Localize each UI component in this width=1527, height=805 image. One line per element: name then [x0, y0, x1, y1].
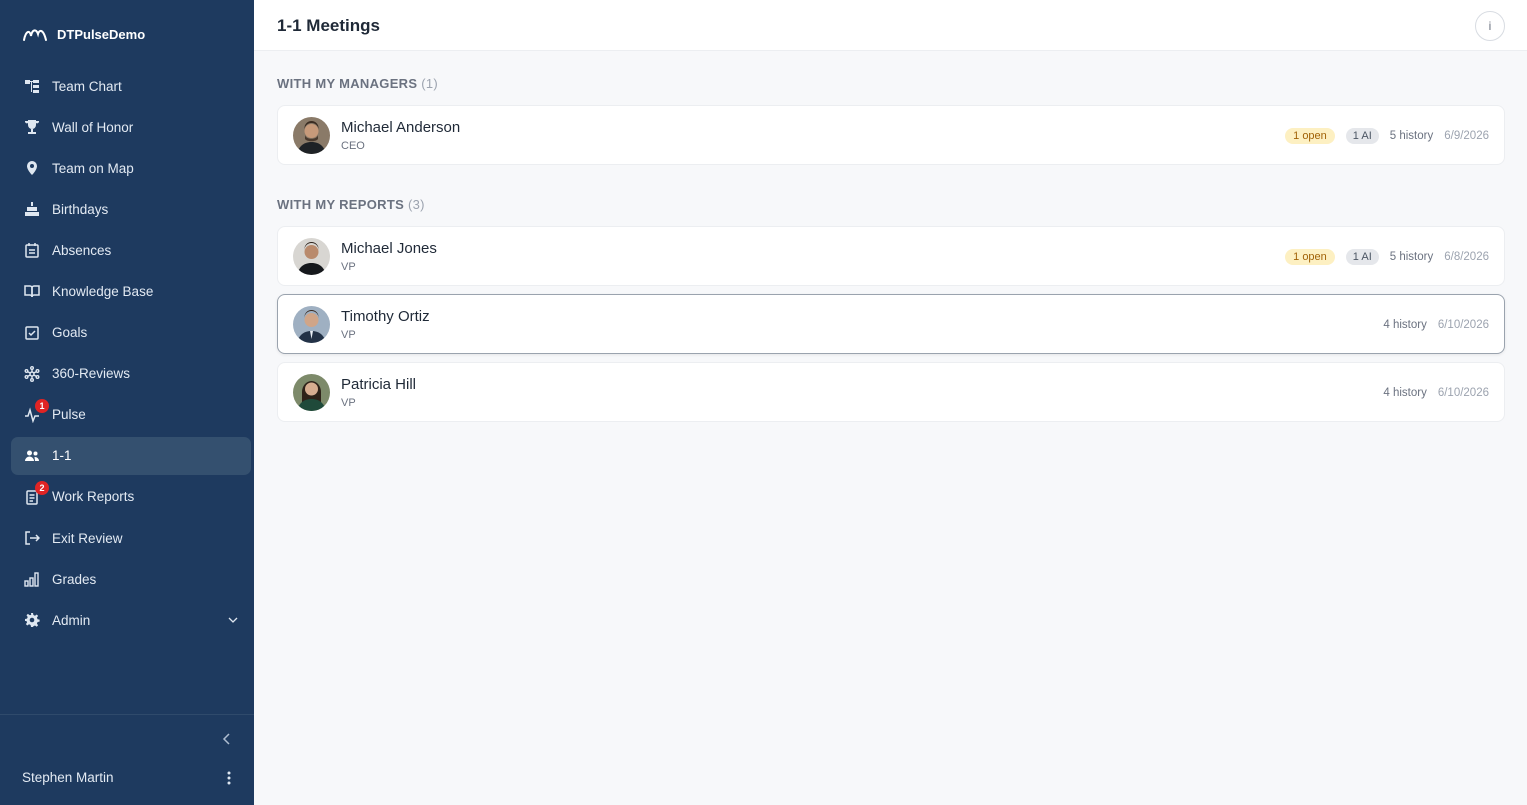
- book-icon: [23, 282, 41, 300]
- sidebar-item-label: 1-1: [52, 448, 72, 464]
- person-role: VP: [341, 397, 356, 409]
- sidebar-item-exit-review[interactable]: Exit Review: [11, 519, 251, 557]
- sidebar-item-team-on-map[interactable]: Team on Map: [11, 149, 251, 187]
- meeting-card-michael-jones[interactable]: Michael Jones VP 1 open 1 AI 5 history 6…: [277, 226, 1505, 286]
- person-name: Michael Anderson: [341, 119, 461, 136]
- sidebar-item-admin[interactable]: Admin: [11, 601, 251, 639]
- brand-logo-icon: [23, 29, 47, 41]
- avatar: [293, 117, 330, 154]
- sidebar-item-goals[interactable]: Goals: [11, 314, 251, 352]
- open-badge: 1 open: [1285, 249, 1335, 265]
- meeting-card-michael-anderson[interactable]: Michael Anderson CEO 1 open 1 AI 5 histo…: [277, 105, 1505, 165]
- sidebar-item-label: Absences: [52, 242, 112, 258]
- meeting-date: 6/8/2026: [1444, 251, 1489, 263]
- brand-name: DTPulseDemo: [57, 26, 146, 42]
- calendar-icon: [23, 241, 41, 259]
- page-title: 1-1 Meetings: [277, 16, 380, 35]
- sidebar-item-360-reviews[interactable]: 360-Reviews: [11, 355, 251, 393]
- more-vertical-icon[interactable]: [226, 770, 232, 786]
- pulse-icon: 1: [23, 398, 49, 424]
- sidebar-item-label: Team on Map: [52, 160, 134, 176]
- sidebar: DTPulseDemo Team Chart Wall of Honor Tea…: [0, 0, 254, 805]
- sidebar-item-label: Birthdays: [52, 201, 109, 217]
- sidebar-item-grades[interactable]: Grades: [11, 560, 251, 598]
- page-header: 1-1 Meetings i: [254, 0, 1527, 51]
- meeting-date: 6/10/2026: [1437, 319, 1489, 331]
- sidebar-item-birthdays[interactable]: Birthdays: [11, 190, 251, 228]
- meeting-date: 6/9/2026: [1444, 130, 1489, 142]
- avatar: [293, 306, 330, 343]
- gear-icon: [23, 611, 41, 629]
- cake-icon: [23, 200, 41, 218]
- history-count: 4 history: [1383, 387, 1427, 399]
- checkbox-icon: [23, 324, 41, 342]
- open-badge: 1 open: [1285, 128, 1335, 144]
- section-title-text: WITH MY REPORTS: [277, 197, 405, 212]
- network-icon: [23, 365, 41, 383]
- sidebar-item-label: Admin: [52, 612, 91, 628]
- notification-badge: 1: [35, 398, 49, 413]
- person-role: VP: [341, 329, 356, 341]
- sidebar-item-wall-of-honor[interactable]: Wall of Honor: [11, 108, 251, 146]
- sidebar-item-label: 360-Reviews: [52, 366, 131, 382]
- meeting-card-timothy-ortiz[interactable]: Timothy Ortiz VP 4 history 6/10/2026: [277, 294, 1505, 354]
- sidebar-item-label: Team Chart: [52, 78, 122, 94]
- section-count: (3): [407, 197, 425, 212]
- info-button[interactable]: i: [1475, 11, 1505, 41]
- trophy-icon: [23, 118, 41, 136]
- person-name: Patricia Hill: [341, 376, 417, 393]
- sidebar-item-label: Goals: [52, 325, 88, 341]
- section-title-managers: WITH MY MANAGERS (1): [277, 76, 438, 91]
- sidebar-item-label: Grades: [52, 571, 97, 587]
- section-title-reports: WITH MY REPORTS (3): [277, 197, 425, 212]
- sidebar-item-label: Pulse: [52, 407, 86, 423]
- meeting-meta: 4 history 6/10/2026: [1383, 383, 1489, 403]
- bar-chart-icon: [23, 570, 41, 588]
- sidebar-item-label: Exit Review: [52, 530, 123, 546]
- meeting-meta: 4 history 6/10/2026: [1383, 315, 1489, 335]
- exit-icon: [23, 529, 41, 547]
- sidebar-nav: Team Chart Wall of Honor Team on Map Bir…: [11, 67, 251, 642]
- sidebar-item-team-chart[interactable]: Team Chart: [11, 67, 251, 105]
- meeting-card-patricia-hill[interactable]: Patricia Hill VP 4 history 6/10/2026: [277, 362, 1505, 422]
- person-role: CEO: [341, 140, 365, 152]
- avatar: [293, 238, 330, 275]
- person-name: Timothy Ortiz: [341, 308, 430, 325]
- collapse-sidebar-icon[interactable]: [220, 732, 234, 746]
- person-name: Michael Jones: [341, 240, 437, 257]
- brand[interactable]: DTPulseDemo: [22, 22, 145, 46]
- sidebar-footer: Stephen Martin: [0, 714, 254, 805]
- meeting-meta: 1 open 1 AI 5 history 6/8/2026: [1285, 247, 1489, 267]
- report-icon: 2: [23, 480, 49, 506]
- sidebar-item-1-1[interactable]: 1-1: [11, 436, 251, 475]
- main-content: 1-1 Meetings i WITH MY MANAGERS (1) Mich…: [254, 0, 1527, 805]
- team-chart-icon: [23, 77, 41, 95]
- section-count: (1): [421, 76, 439, 91]
- sidebar-item-work-reports[interactable]: 2 Work Reports: [11, 478, 251, 516]
- sidebar-item-label: Knowledge Base: [52, 283, 154, 299]
- meeting-date: 6/10/2026: [1437, 387, 1489, 399]
- notification-badge: 2: [35, 480, 49, 495]
- sidebar-item-label: Wall of Honor: [52, 119, 134, 135]
- person-role: VP: [341, 261, 356, 273]
- history-count: 5 history: [1389, 130, 1434, 142]
- meeting-meta: 1 open 1 AI 5 history 6/9/2026: [1285, 126, 1489, 146]
- users-icon: [23, 447, 41, 465]
- sidebar-item-label: Work Reports: [52, 489, 135, 505]
- section-title-text: WITH MY MANAGERS: [277, 76, 418, 91]
- sidebar-item-knowledge-base[interactable]: Knowledge Base: [11, 272, 251, 310]
- user-name[interactable]: Stephen Martin: [22, 770, 114, 785]
- history-count: 5 history: [1389, 251, 1434, 263]
- history-count: 4 history: [1383, 319, 1427, 331]
- avatar: [293, 374, 330, 411]
- sidebar-item-pulse[interactable]: 1 Pulse: [11, 396, 251, 434]
- ai-badge: 1 AI: [1345, 249, 1379, 265]
- ai-badge: 1 AI: [1345, 128, 1379, 144]
- sidebar-item-absences[interactable]: Absences: [11, 231, 251, 269]
- map-pin-icon: [23, 159, 41, 177]
- chevron-down-icon[interactable]: [227, 614, 239, 626]
